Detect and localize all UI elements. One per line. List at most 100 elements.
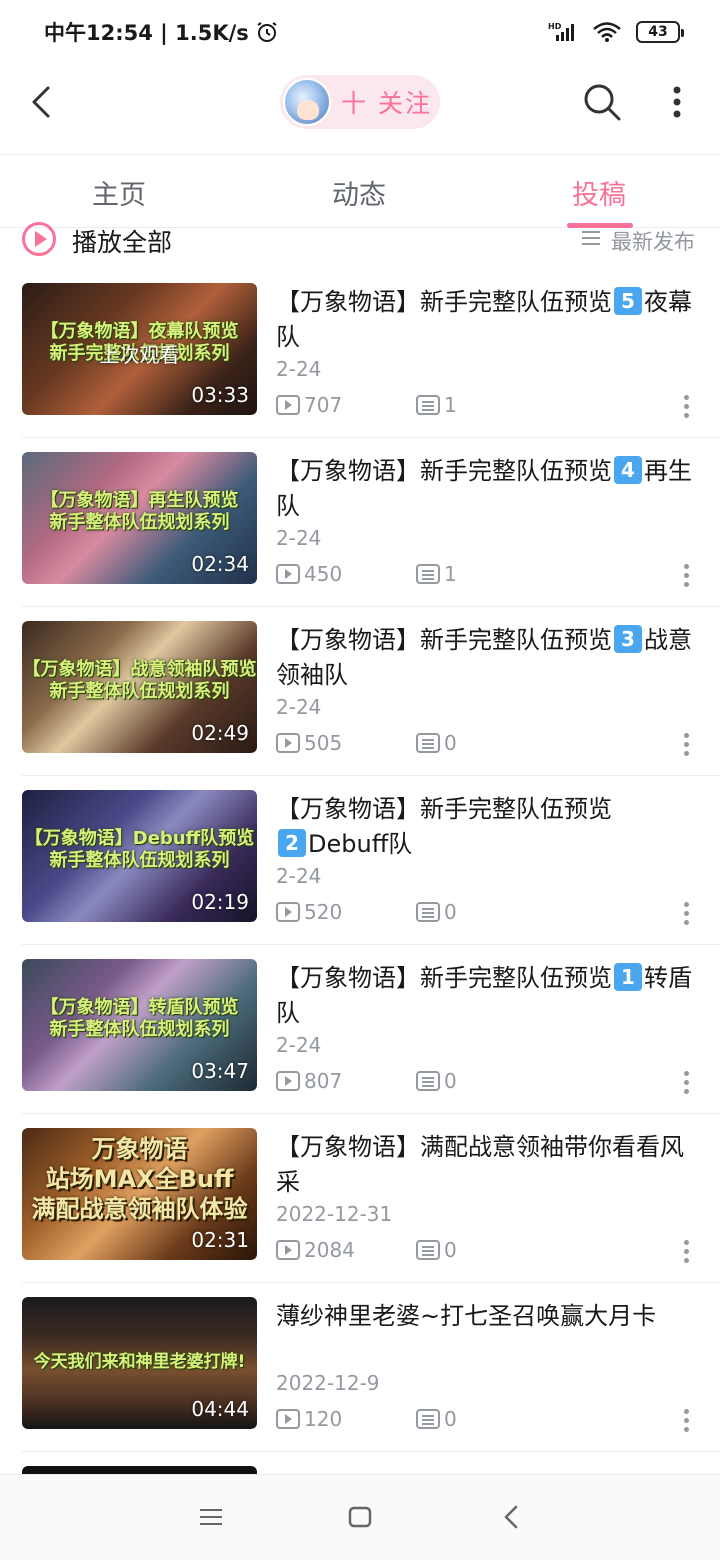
comment-count-value: 0 [444, 1069, 457, 1093]
video-title[interactable]: 薄纱神里老婆~打七圣召唤赢大月卡 [276, 1299, 696, 1334]
video-thumbnail[interactable]: 【万象物语】再生队预览 新手整体队伍规划系列 02:34 [22, 452, 257, 584]
video-item[interactable]: 【万象物语】战意领袖队预览 新手整体队伍规划系列 02:49 【万象物语】新手完… [0, 607, 720, 776]
wifi-icon [593, 22, 621, 42]
status-time: 中午12:54 | 1.5K/s [44, 17, 279, 47]
item-more-icon[interactable] [682, 1409, 690, 1433]
number-badge: 4 [614, 456, 642, 484]
video-duration: 03:47 [191, 1059, 249, 1083]
video-title[interactable]: 【万象物语】新手完整队伍预览 3 战意领袖队 [276, 623, 696, 693]
avatar[interactable] [283, 78, 331, 126]
play-count-icon [276, 902, 300, 922]
view-count: 807 [276, 1069, 342, 1093]
video-thumbnail[interactable]: 【万象物语】转盾队预览 新手整体队伍规划系列 03:47 [22, 959, 257, 1091]
view-count: 120 [276, 1407, 342, 1431]
follow-button[interactable]: 十 关注 [280, 75, 440, 129]
view-count: 2084 [276, 1238, 355, 1262]
comment-count: 0 [416, 731, 457, 755]
video-item[interactable]: 【万象物语】再生队预览 新手整体队伍规划系列 02:34 【万象物语】新手完整队… [0, 438, 720, 607]
menu-icon[interactable] [198, 1503, 226, 1531]
home-icon[interactable] [346, 1503, 374, 1531]
number-badge: 2 [278, 829, 306, 857]
thumbnail-caption: 【万象物语】战意领袖队预览 新手整体队伍规划系列 [22, 659, 257, 702]
tab-uploads[interactable]: 投稿 [572, 173, 626, 212]
view-count-value: 707 [304, 393, 343, 417]
system-nav-bar [0, 1474, 720, 1560]
status-icons: HD 43 [548, 21, 684, 43]
sort-icon[interactable] [582, 230, 602, 246]
battery-level: 43 [648, 24, 668, 40]
view-count: 707 [276, 393, 342, 417]
video-date: 2022-12-31 [276, 1202, 393, 1226]
video-title-suffix: Debuff队 [308, 830, 413, 858]
video-date: 2-24 [276, 526, 322, 550]
video-title[interactable]: 【万象物语】新手完整队伍预览 1 转盾队 [276, 961, 696, 1031]
video-item[interactable]: 【万象物语】Debuff队预览 新手整体队伍规划系列 02:19 【万象物语】新… [0, 776, 720, 945]
video-title-text: 薄纱神里老婆~打七圣召唤赢大月卡 [276, 1302, 657, 1330]
item-more-icon[interactable] [682, 902, 690, 926]
status-bar: 中午12:54 | 1.5K/s HD 43 [0, 0, 720, 64]
follow-label: 十 关注 [341, 89, 432, 118]
thumbnail-caption: 万象物语 站场MAX全Buff 满配战意领袖队体验 [31, 1135, 248, 1223]
video-item[interactable]: 【万象物语】转盾队预览 新手整体队伍规划系列 03:47 【万象物语】新手完整队… [0, 945, 720, 1114]
comment-count: 0 [416, 1407, 457, 1431]
video-date: 2022-12-9 [276, 1371, 380, 1395]
danmaku-icon [416, 1409, 440, 1429]
video-duration: 02:49 [191, 721, 249, 745]
video-item[interactable]: 今天我们来和神里老婆打牌! 04:44 薄纱神里老婆~打七圣召唤赢大月卡 202… [0, 1283, 720, 1452]
video-duration: 04:44 [191, 1397, 249, 1421]
number-badge: 3 [614, 625, 642, 653]
video-date: 2-24 [276, 1033, 322, 1057]
view-count: 505 [276, 731, 342, 755]
view-count: 450 [276, 562, 342, 586]
view-count-value: 450 [304, 562, 343, 586]
item-more-icon[interactable] [682, 564, 690, 588]
more-options-icon[interactable] [664, 82, 690, 122]
danmaku-icon [416, 564, 440, 584]
video-date: 2-24 [276, 695, 322, 719]
profile-tabs: 主页 动态 投稿 [0, 154, 720, 228]
comment-count: 1 [416, 393, 457, 417]
item-more-icon[interactable] [682, 733, 690, 757]
play-count-icon [276, 1071, 300, 1091]
play-all-icon[interactable] [22, 222, 56, 256]
battery-indicator: 43 [636, 21, 684, 43]
item-more-icon[interactable] [682, 395, 690, 419]
back-icon[interactable] [22, 82, 62, 122]
nav-back-icon[interactable] [498, 1503, 526, 1531]
video-title[interactable]: 【万象物语】新手完整队伍预览 2 Debuff队 [276, 792, 696, 862]
view-count-value: 520 [304, 900, 343, 924]
video-title[interactable]: 【万象物语】新手完整队伍预览 5 夜幕队 [276, 285, 696, 355]
video-item[interactable]: 【万象物语】夜幕队预览 新手完整队伍规划系列 上次观看 03:33 【万象物语】… [0, 269, 720, 438]
video-thumbnail[interactable]: 【万象物语】夜幕队预览 新手完整队伍规划系列 上次观看 03:33 [22, 283, 257, 415]
video-date: 2-24 [276, 357, 322, 381]
video-duration: 02:19 [191, 890, 249, 914]
view-count-value: 2084 [304, 1238, 355, 1262]
number-badge: 1 [614, 963, 642, 991]
danmaku-icon [416, 733, 440, 753]
video-thumbnail[interactable]: 今天我们来和神里老婆打牌! 04:44 [22, 1297, 257, 1429]
next-thumbnail-peek [22, 1466, 257, 1474]
search-icon[interactable] [582, 82, 622, 122]
play-all-button[interactable]: 播放全部 [72, 223, 172, 259]
tab-home[interactable]: 主页 [92, 173, 146, 212]
item-more-icon[interactable] [682, 1071, 690, 1095]
video-thumbnail[interactable]: 【万象物语】Debuff队预览 新手整体队伍规划系列 02:19 [22, 790, 257, 922]
network-type-label: HD [548, 22, 562, 31]
video-thumbnail[interactable]: 【万象物语】战意领袖队预览 新手整体队伍规划系列 02:49 [22, 621, 257, 753]
item-more-icon[interactable] [682, 1240, 690, 1264]
view-count-value: 120 [304, 1407, 343, 1431]
play-count-icon [276, 564, 300, 584]
tab-dynamics[interactable]: 动态 [332, 173, 386, 212]
video-thumbnail[interactable]: 万象物语 站场MAX全Buff 满配战意领袖队体验 02:31 [22, 1128, 257, 1260]
video-title-text: 【万象物语】新手完整队伍预览 [276, 626, 612, 654]
sort-latest-button[interactable]: 最新发布 [611, 226, 695, 256]
video-title[interactable]: 【万象物语】新手完整队伍预览 4 再生队 [276, 454, 696, 524]
play-count-icon [276, 1240, 300, 1260]
last-watched-label: 上次观看 [99, 343, 180, 367]
comment-count-value: 1 [444, 562, 457, 586]
video-title[interactable]: 【万象物语】满配战意领袖带你看看风采 [276, 1130, 696, 1200]
comment-count-value: 0 [444, 731, 457, 755]
thumbnail-caption: 【万象物语】再生队预览 新手整体队伍规划系列 [40, 490, 239, 533]
video-item[interactable]: 万象物语 站场MAX全Buff 满配战意领袖队体验 02:31 【万象物语】满配… [0, 1114, 720, 1283]
video-title-text: 【万象物语】新手完整队伍预览 [276, 964, 612, 992]
